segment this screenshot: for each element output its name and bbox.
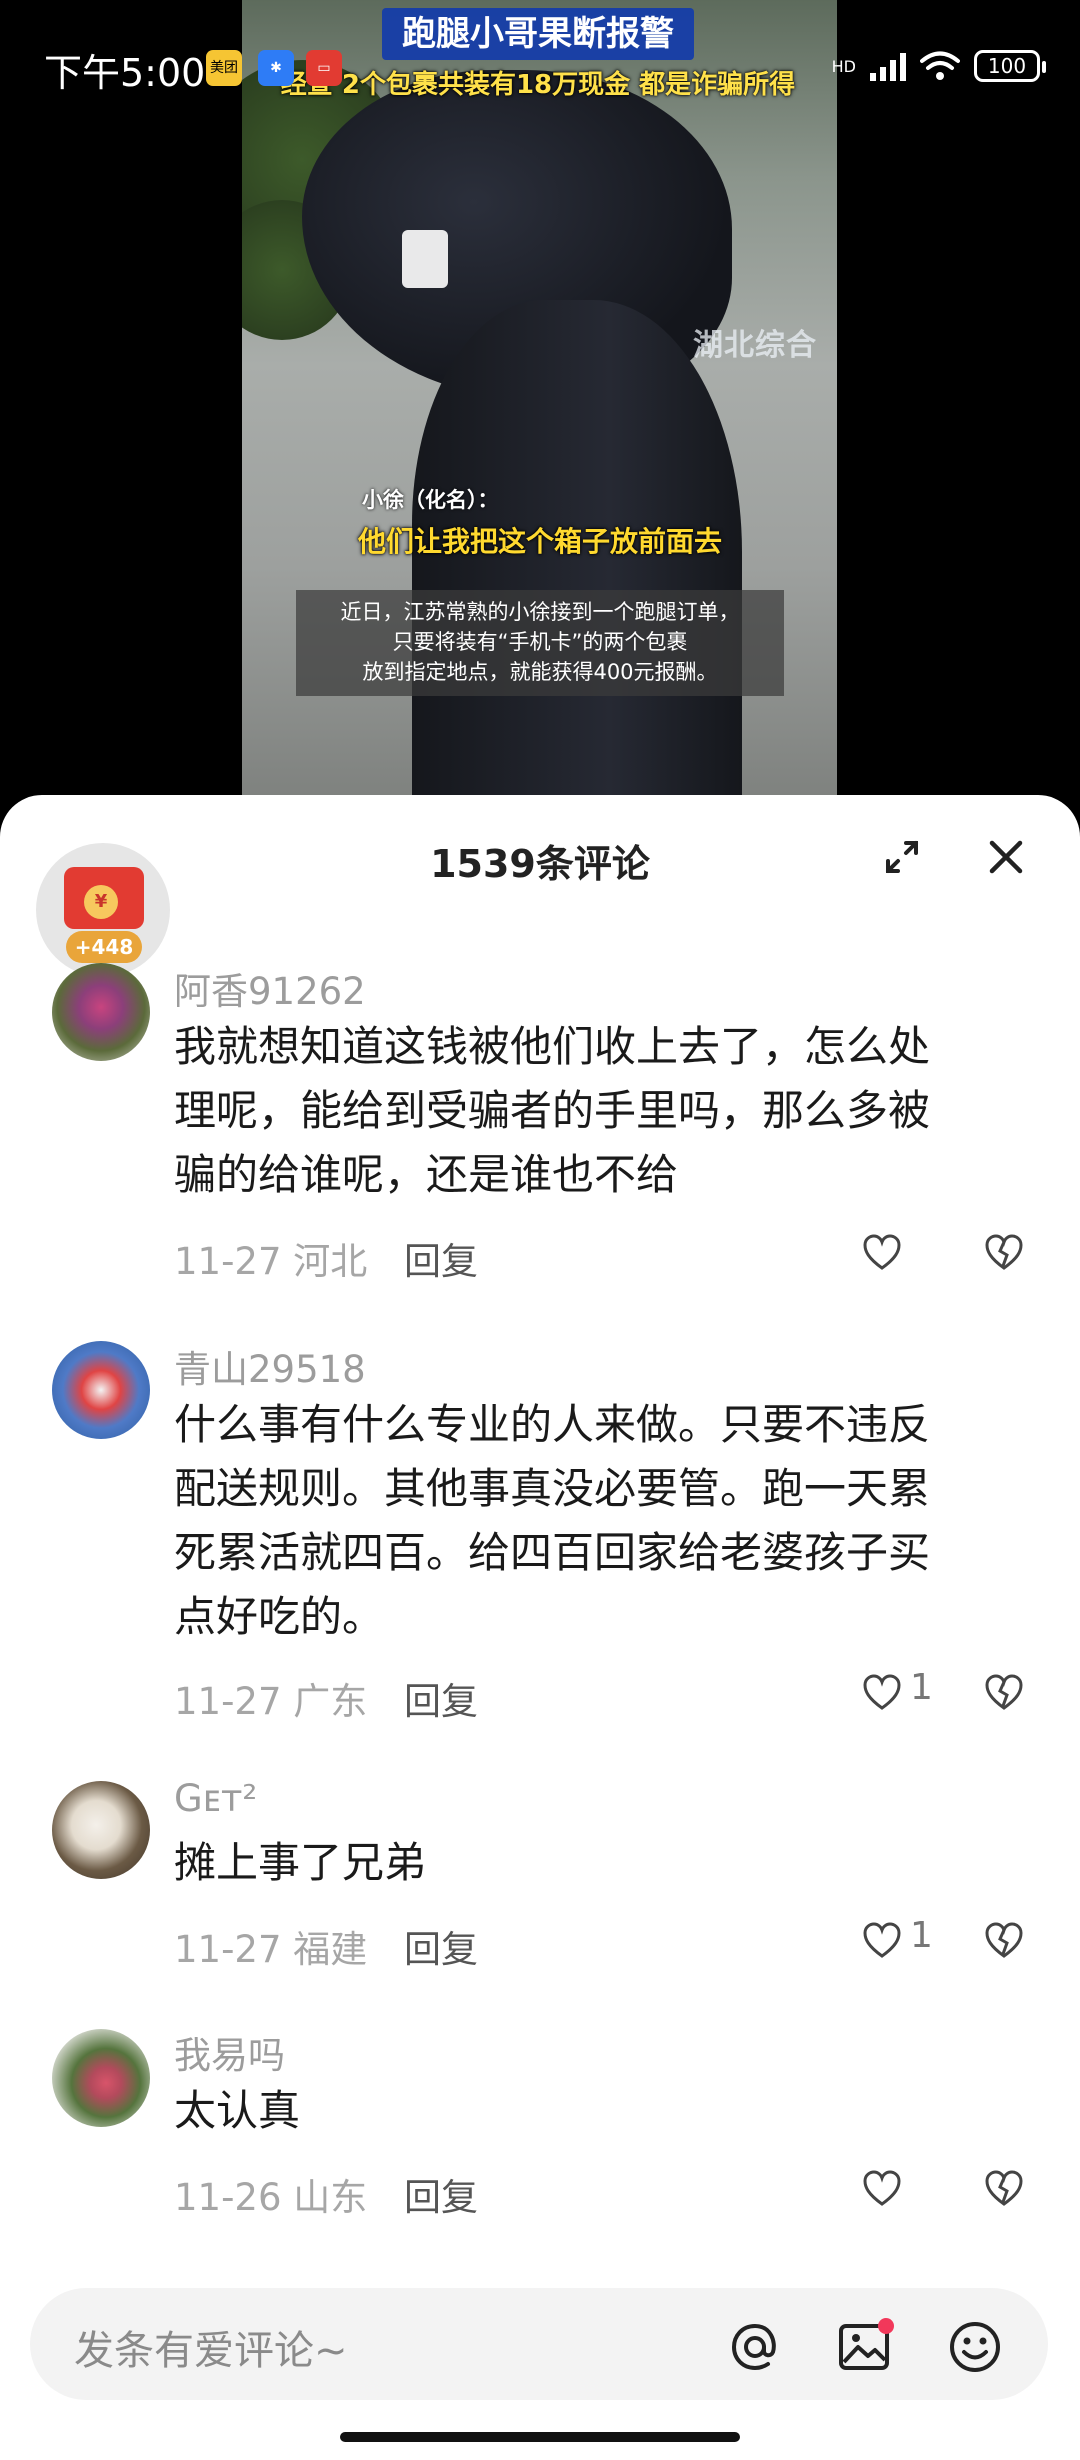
signal-icon: [870, 51, 906, 81]
comment-author[interactable]: 阿香91262: [174, 961, 366, 1015]
comment-sheet: 1539条评论 ¥ +448 阿香91262 我就想知道这钱被他们收上去了，怎么…: [0, 795, 1080, 2460]
comment-meta: 11-27 河北: [174, 1240, 368, 1283]
meituan-app-icon: 美团: [206, 50, 242, 86]
heart-icon[interactable]: [862, 2169, 902, 2209]
heart-icon[interactable]: [862, 1673, 902, 1713]
reply-button[interactable]: 回复: [404, 1231, 478, 1285]
red-packet-button[interactable]: ¥ +448: [36, 843, 170, 977]
heart-icon[interactable]: [862, 1921, 902, 1961]
avatar[interactable]: [52, 963, 150, 1061]
comment-line: 太认真: [174, 2086, 301, 2135]
broken-heart-icon[interactable]: [984, 2169, 1024, 2209]
network-type: HD: [831, 56, 856, 76]
comment-meta: 11-26 山东: [174, 2176, 368, 2219]
at-mention-icon[interactable]: [724, 2316, 786, 2378]
comment-input-bar[interactable]: 发条有爱评论~: [30, 2288, 1048, 2400]
speaker-line: 他们让我把这个箱子放前面去: [358, 525, 723, 558]
reply-button[interactable]: 回复: [404, 1919, 478, 1973]
video-caption: 近日，江苏常熟的小徐接到一个跑腿订单， 只要将装有“手机卡”的两个包裹 放到指定…: [296, 590, 784, 696]
avatar[interactable]: [52, 2029, 150, 2127]
bluetooth-icon: ✱: [258, 50, 294, 86]
broken-heart-icon[interactable]: [984, 1233, 1024, 1273]
status-bar: 下午5:00 美团 ✱ ▭ HD 100: [0, 30, 1080, 100]
red-packet-badge: +448: [66, 931, 142, 963]
reply-button[interactable]: 回复: [404, 2167, 478, 2221]
cup-on-helmet: [402, 230, 448, 288]
screen-record-icon: ▭: [306, 50, 342, 86]
comment-text: 太认真: [174, 2079, 1034, 2143]
avatar[interactable]: [52, 1781, 150, 1879]
comment-author[interactable]: 青山29518: [174, 1339, 366, 1393]
comment-line: 点好吃的。: [174, 1592, 385, 1641]
broken-heart-icon[interactable]: [984, 1673, 1024, 1713]
comment-meta: 11-27 福建: [174, 1928, 368, 1971]
caption-line: 只要将装有“手机卡”的两个包裹: [392, 630, 688, 654]
status-time: 下午5:00: [44, 51, 206, 95]
comment-input[interactable]: 发条有爱评论~: [74, 2318, 348, 2376]
video-player[interactable]: 湖北综合 跑腿小哥果断报警 经查 2个包裹共装有18万现金 都是诈骗所得 小徐（…: [0, 0, 1080, 810]
comment-meta: 11-27 广东: [174, 1680, 368, 1723]
comment-line: 理呢，能给到受骗者的手里吗，那么多被: [174, 1086, 931, 1135]
status-right-group: HD 100: [831, 44, 1046, 88]
wifi-icon: [920, 51, 960, 80]
close-icon[interactable]: [984, 835, 1028, 879]
comment-line: 配送规则。其他事真没必要管。跑一天累: [174, 1464, 931, 1513]
coin-icon: ¥: [84, 885, 118, 919]
comment-author[interactable]: 我易吗: [174, 2025, 285, 2079]
emoji-icon[interactable]: [944, 2316, 1006, 2378]
comment-line: 摊上事了兄弟: [174, 1838, 427, 1887]
caption-line: 近日，江苏常熟的小徐接到一个跑腿订单，: [340, 600, 740, 624]
like-count: 1: [910, 1667, 933, 1708]
channel-watermark: 湖北综合: [693, 328, 817, 363]
reply-button[interactable]: 回复: [404, 1671, 478, 1725]
battery-icon: 100: [974, 50, 1046, 82]
heart-icon[interactable]: [862, 1233, 902, 1273]
expand-icon[interactable]: [880, 835, 924, 879]
comment-line: 骗的给谁呢，还是谁也不给: [174, 1150, 679, 1199]
caption-line: 放到指定地点，就能获得400元报酬。: [362, 660, 718, 684]
comment-text: 摊上事了兄弟: [174, 1831, 1034, 1895]
comment-line: 什么事有什么专业的人来做。只要不违反: [174, 1400, 931, 1449]
comment-text: 我就想知道这钱被他们收上去了，怎么处 理呢，能给到受骗者的手里吗，那么多被 骗的…: [174, 1015, 1034, 1207]
comment-line: 我就想知道这钱被他们收上去了，怎么处: [174, 1022, 931, 1071]
image-icon[interactable]: [834, 2316, 896, 2378]
home-indicator[interactable]: [340, 2432, 740, 2442]
comment-author[interactable]: Gᴇᴛ²: [174, 1777, 257, 1820]
avatar[interactable]: [52, 1341, 150, 1439]
like-count: 1: [910, 1915, 933, 1956]
comment-text: 什么事有什么专业的人来做。只要不违反 配送规则。其他事真没必要管。跑一天累 死累…: [174, 1393, 1034, 1649]
broken-heart-icon[interactable]: [984, 1921, 1024, 1961]
comment-line: 死累活就四百。给四百回家给老婆孩子买: [174, 1528, 931, 1577]
speaker-name: 小徐（化名）：: [362, 488, 499, 512]
